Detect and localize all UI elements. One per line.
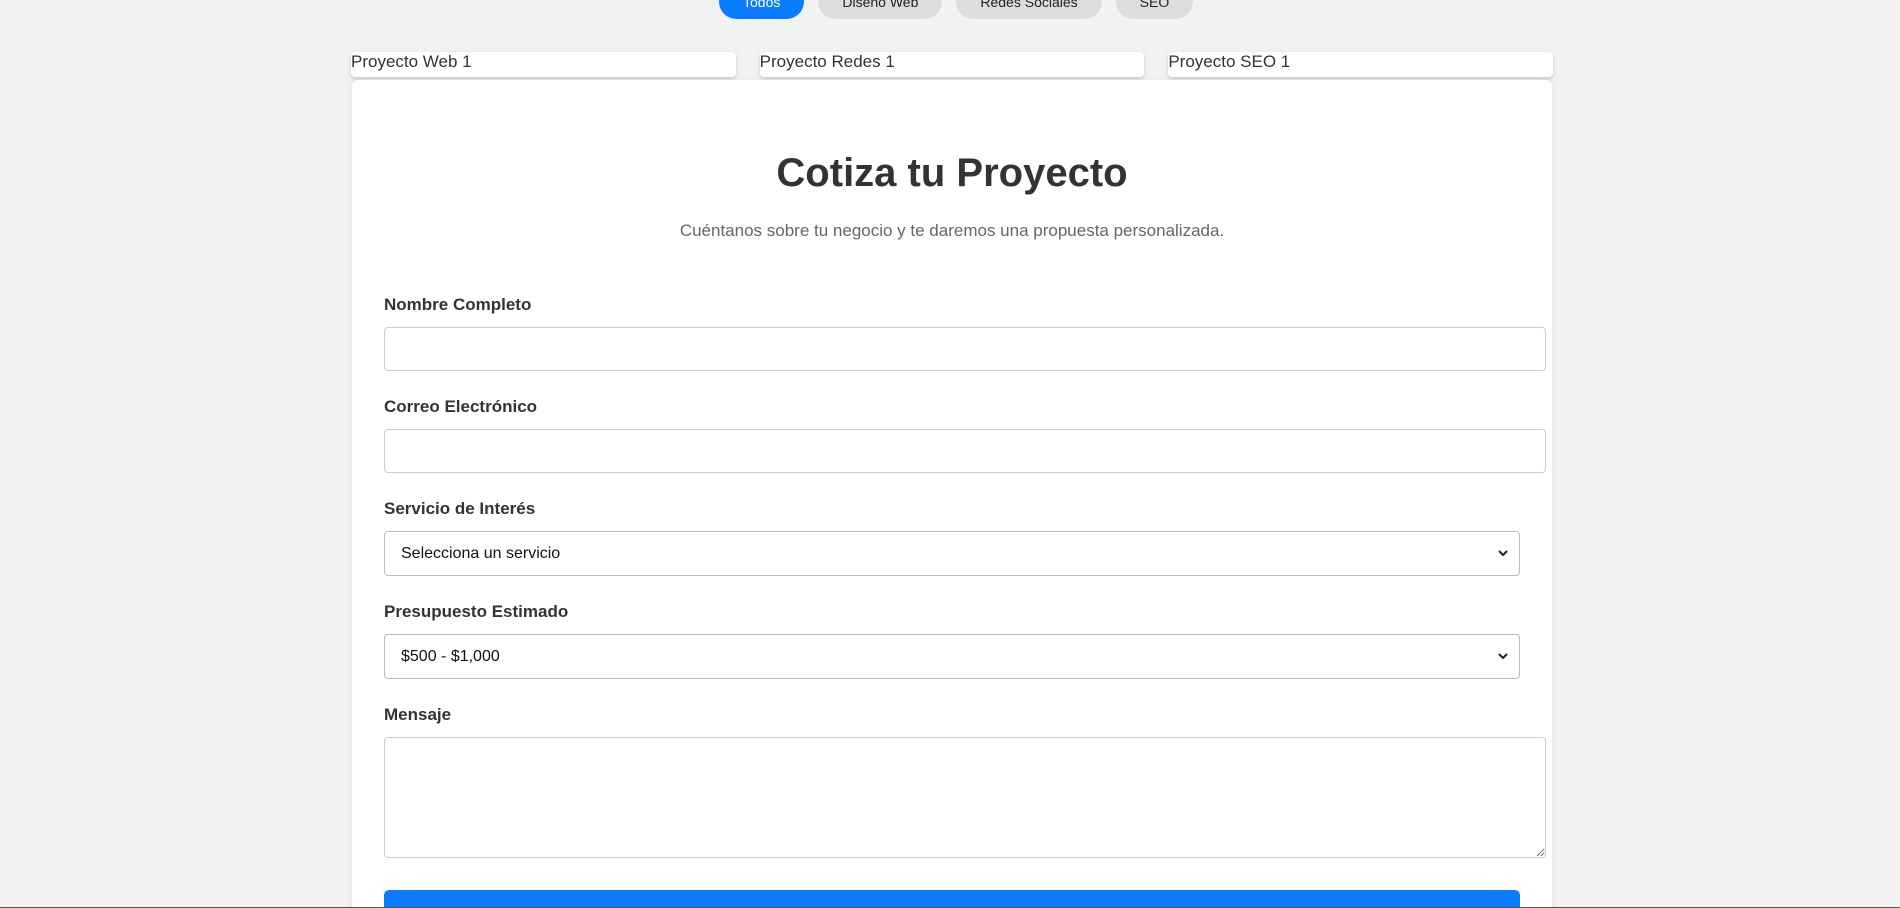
- chevron-down-icon: [1498, 653, 1508, 660]
- message-label: Mensaje: [384, 705, 452, 724]
- broken-image: Proyecto Redes 1: [760, 52, 1145, 72]
- broken-image: Proyecto Web 1: [351, 52, 736, 72]
- filter-seo-button[interactable]: SEO: [1115, 0, 1194, 19]
- budget-label: Presupuesto Estimado: [384, 602, 569, 621]
- service-select[interactable]: Selecciona un servicio: [384, 531, 1520, 576]
- portfolio-card-seo-1[interactable]: Proyecto SEO 1: [1168, 52, 1554, 77]
- message-textarea[interactable]: [384, 737, 1546, 858]
- service-field-group: Servicio de Interés Selecciona un servic…: [384, 499, 1520, 576]
- portfolio-filters: Todos Diseño Web Redes Sociales SEO: [719, 0, 1194, 19]
- email-input[interactable]: [384, 429, 1546, 473]
- broken-image: Proyecto SEO 1: [1168, 52, 1553, 72]
- name-field-group: Nombre Completo: [384, 295, 1546, 371]
- portfolio-gallery: Proyecto Web 1 Proyecto Redes 1 Proyecto…: [351, 52, 1554, 77]
- quote-subtitle: Cuéntanos sobre tu negocio y te daremos …: [679, 221, 1225, 240]
- email-field-group: Correo Electrónico: [384, 397, 1546, 473]
- filter-diseno-web-button[interactable]: Diseño Web: [818, 0, 943, 19]
- portfolio-card-redes-1[interactable]: Proyecto Redes 1: [759, 52, 1145, 77]
- email-label: Correo Electrónico: [384, 397, 538, 416]
- name-input[interactable]: [384, 327, 1546, 371]
- service-label: Servicio de Interés: [384, 499, 536, 518]
- quote-title: Cotiza tu Proyecto: [776, 151, 1128, 195]
- budget-select[interactable]: $500 - $1,000: [384, 634, 1520, 679]
- filter-redes-sociales-button[interactable]: Redes Sociales: [956, 0, 1102, 19]
- service-selected-value: Selecciona un servicio: [401, 544, 561, 562]
- quote-form-card: Cotiza tu Proyecto Cuéntanos sobre tu ne…: [352, 80, 1552, 908]
- budget-field-group: Presupuesto Estimado $500 - $1,000: [384, 602, 1520, 679]
- name-label: Nombre Completo: [384, 295, 532, 314]
- budget-selected-value: $500 - $1,000: [401, 647, 500, 665]
- image-alt-text: Proyecto Redes 1: [759, 52, 895, 71]
- submit-button[interactable]: [384, 890, 1520, 908]
- message-field-group: Mensaje: [384, 705, 1546, 858]
- chevron-down-icon: [1498, 550, 1508, 557]
- image-alt-text: Proyecto SEO 1: [1168, 52, 1291, 71]
- image-alt-text: Proyecto Web 1: [351, 52, 472, 71]
- filter-todos-button[interactable]: Todos: [719, 0, 805, 19]
- portfolio-card-web-1[interactable]: Proyecto Web 1: [351, 52, 736, 77]
- page: Todos Diseño Web Redes Sociales SEO Proy…: [0, 0, 1900, 908]
